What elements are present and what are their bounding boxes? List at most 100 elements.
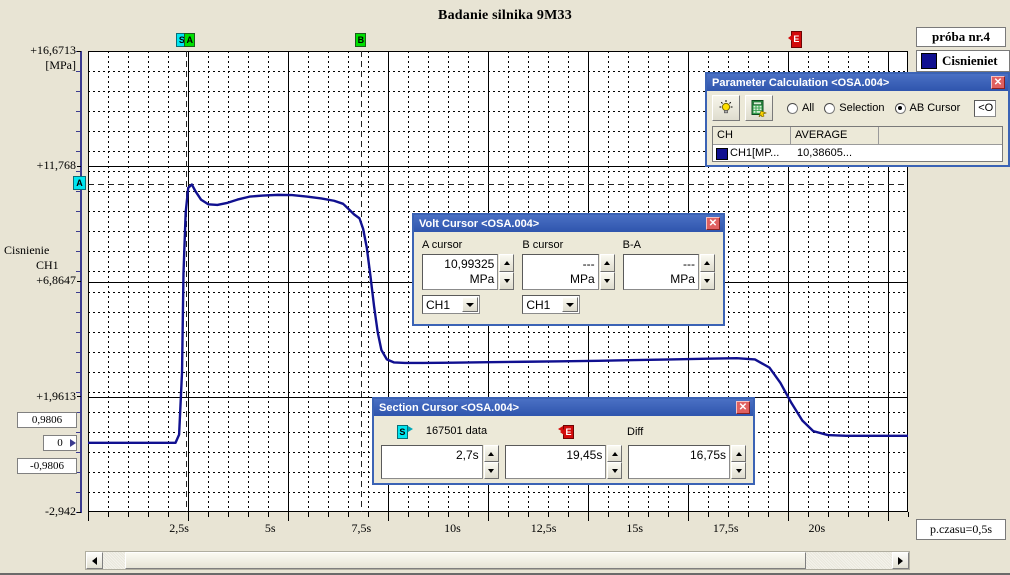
volt-cursor-a-axis-flag[interactable]: A (73, 176, 86, 190)
section-field-1[interactable]: 19,45s (504, 445, 623, 479)
scrollbar-thumb[interactable] (125, 552, 806, 569)
scrollbar-track-right[interactable] (806, 552, 892, 569)
x-tick-label: 17,5s (712, 521, 739, 535)
section-spinner[interactable] (607, 445, 623, 479)
spinner-down-button[interactable] (499, 272, 515, 290)
spinner-up-button[interactable] (607, 445, 623, 462)
radio-ab-cursor[interactable]: AB Cursor (894, 102, 961, 114)
chevron-down-icon[interactable] (562, 297, 579, 312)
volt-value-input[interactable]: --- MPa (522, 254, 599, 290)
radio-button-icon (787, 102, 798, 114)
volt-cursor-b-flag[interactable]: B (355, 33, 367, 47)
spinner-down-button[interactable] (599, 272, 615, 290)
radio-selection[interactable]: Selection (824, 102, 885, 114)
y-axis-unit: [MPa] (45, 58, 76, 72)
volt-cursor-a-flag[interactable]: A (184, 33, 196, 47)
section-dialog-close-icon[interactable]: ✕ (736, 401, 750, 414)
param-dialog-close-icon[interactable]: ✕ (991, 76, 1005, 89)
caret-down-icon (735, 468, 742, 473)
param-results-table[interactable]: CH AVERAGE CH1[MP... 10,38605... (712, 126, 1003, 162)
section-cursor-dialog[interactable]: Section Cursor <OSA.004> ✕ S 167501 data… (372, 397, 755, 485)
section-dialog-titlebar[interactable]: Section Cursor <OSA.004> ✕ (374, 399, 753, 416)
volt-spinner[interactable] (699, 254, 715, 290)
volt-cursor-groups: A cursor 10,99325 MPa CH1 B cursor --- M… (422, 239, 715, 314)
table-row[interactable]: CH1[MP... 10,38605... (713, 145, 1002, 162)
section-spinner[interactable] (731, 445, 747, 479)
volt-spin-field[interactable]: --- MPa (522, 254, 615, 290)
volt-channel-select[interactable]: CH1 (422, 295, 480, 314)
spinner-up-button[interactable] (699, 254, 715, 272)
spinner-down-button[interactable] (483, 462, 499, 479)
spinner-down-button[interactable] (731, 462, 747, 479)
trial-number-box: próba nr.4 (916, 27, 1006, 47)
parameter-calculation-dialog[interactable]: Parameter Calculation <OSA.004> ✕ All Se… (705, 72, 1010, 167)
volt-spinner[interactable] (599, 254, 615, 290)
x-tick-label: 7,5s (351, 521, 372, 535)
x-tick-label: 15s (626, 521, 643, 535)
volt-group-label: B-A (622, 239, 641, 251)
spinner-up-button[interactable] (483, 445, 499, 462)
volt-channel-select[interactable]: CH1 (522, 295, 581, 314)
y-value-box[interactable]: -0,9806 (17, 457, 77, 474)
volt-dialog-titlebar[interactable]: Volt Cursor <OSA.004> ✕ (414, 215, 723, 232)
section-start-arrow-icon (407, 426, 413, 432)
lightbulb-button[interactable] (712, 95, 740, 121)
volt-dialog-close-icon[interactable]: ✕ (706, 217, 720, 230)
radio-label: AB Cursor (909, 102, 961, 114)
volt-spinner[interactable] (499, 254, 515, 290)
section-value-input[interactable]: 2,7s (381, 445, 483, 479)
x-tick-label: 12,5s (530, 521, 557, 535)
volt-group-label: B cursor (522, 239, 564, 251)
scroll-left-button[interactable] (86, 552, 103, 569)
calculator-button[interactable] (745, 95, 773, 121)
spinner-up-button[interactable] (499, 254, 515, 272)
spinner-down-button[interactable] (607, 462, 623, 479)
section-field-2[interactable]: 16,75s (628, 445, 747, 479)
application-window: Badanie silnika 9M33 S A B E +16,6713 +11,76… (0, 0, 1010, 575)
scope-radio-group[interactable]: All Selection AB Cursor (787, 102, 970, 114)
spinner-up-button[interactable] (599, 254, 615, 272)
section-value-input[interactable]: 16,75s (628, 445, 731, 479)
volt-channel-value: CH1 (426, 297, 451, 312)
scrollbar-track-left[interactable] (103, 552, 125, 569)
y-tick-label: +11,768 (36, 158, 82, 173)
horizontal-scrollbar[interactable] (85, 551, 910, 570)
volt-cursor-dialog[interactable]: Volt Cursor <OSA.004> ✕ A cursor 10,9932… (412, 213, 725, 326)
y-tick-label: -2,942 (45, 504, 81, 518)
radio-button-icon (824, 102, 836, 114)
param-extra-field[interactable]: <O (974, 99, 997, 117)
section-start-marker-icon: S (396, 425, 408, 439)
volt-dialog-title: Volt Cursor <OSA.004> (419, 217, 540, 230)
time-per-division-box: p.czasu=0,5s (916, 519, 1006, 540)
param-dialog-titlebar[interactable]: Parameter Calculation <OSA.004> ✕ (707, 74, 1008, 91)
scroll-right-button[interactable] (892, 552, 909, 569)
y-tick-label: +1,9613 (36, 388, 81, 403)
volt-spin-field[interactable]: --- MPa (622, 254, 715, 290)
caret-up-icon (488, 451, 495, 456)
spinner-up-button[interactable] (731, 445, 747, 462)
y-tick-label: +16,6713 (30, 43, 81, 57)
y-axis-title-line2: CH1 (36, 258, 59, 272)
section-end-marker-icon: E (560, 425, 574, 439)
volt-value-input[interactable]: --- MPa (622, 254, 699, 290)
section-end-flag[interactable]: E (787, 31, 802, 48)
volt-value-input[interactable]: 10,99325 MPa (422, 254, 499, 290)
volt-group-1: B cursor --- MPa CH1 (522, 239, 615, 314)
x-tick-label: 10s (444, 521, 461, 535)
calculator-icon (751, 100, 768, 117)
caret-down-icon (611, 468, 618, 473)
chevron-down-icon[interactable] (462, 297, 478, 312)
param-cell-ch-label: CH1[MP... (730, 147, 780, 159)
section-spinner[interactable] (483, 445, 499, 479)
radio-all[interactable]: All (787, 102, 814, 114)
y-value-box[interactable]: 0,9806 (17, 411, 77, 428)
spinner-down-button[interactable] (699, 272, 715, 290)
section-field-0[interactable]: 2,7s (381, 445, 499, 479)
param-cell-average: 10,38605... (797, 147, 853, 159)
caret-down-icon (704, 279, 711, 283)
left-arrow-icon (92, 556, 97, 565)
chart-title: Badanie silnika 9M33 (438, 8, 572, 23)
section-value-input[interactable]: 19,45s (504, 445, 607, 479)
section-cursor-fields: 2,7s 19,45s 16,75s (381, 445, 747, 479)
volt-spin-field[interactable]: 10,99325 MPa (422, 254, 515, 290)
